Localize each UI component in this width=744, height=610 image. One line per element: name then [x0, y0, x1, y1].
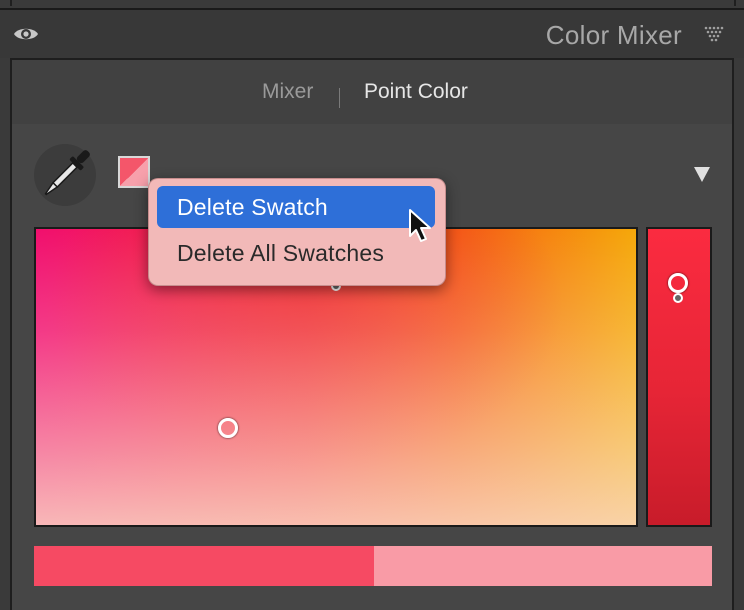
- mouse-pointer-icon: [409, 209, 431, 242]
- before-after-bar: [34, 546, 712, 586]
- top-panel-edge: [0, 0, 744, 10]
- panel-title: Color Mixer: [545, 20, 682, 50]
- luminance-handle[interactable]: [668, 273, 688, 293]
- eyedropper-icon: [44, 150, 90, 196]
- color-mixer-panel: Color Mixer Mixer Point Color Delete Swa…: [0, 0, 744, 610]
- tab-point-color[interactable]: Point Color: [364, 80, 468, 104]
- color-swatch[interactable]: [118, 156, 150, 188]
- luminance-range-marker[interactable]: [673, 293, 683, 303]
- triangle-dots-icon[interactable]: [704, 26, 724, 42]
- triangle-down-icon[interactable]: [692, 164, 712, 184]
- eye-icon[interactable]: [13, 24, 39, 44]
- menu-item-delete-all-swatches[interactable]: Delete All Swatches: [157, 232, 435, 274]
- tab-bar: Mixer Point Color: [10, 58, 734, 126]
- luminance-slider[interactable]: [646, 227, 712, 527]
- tab-divider: [339, 88, 340, 108]
- sample-marker[interactable]: [218, 418, 238, 438]
- eyedropper-button[interactable]: [34, 144, 96, 206]
- menu-item-delete-swatch[interactable]: Delete Swatch: [157, 186, 435, 228]
- panel-header[interactable]: Color Mixer: [0, 10, 744, 58]
- after-color-swatch: [374, 546, 712, 586]
- context-menu: Delete Swatch Delete All Swatches: [148, 178, 446, 286]
- tab-mixer[interactable]: Mixer: [262, 80, 313, 104]
- before-color-swatch: [34, 546, 374, 586]
